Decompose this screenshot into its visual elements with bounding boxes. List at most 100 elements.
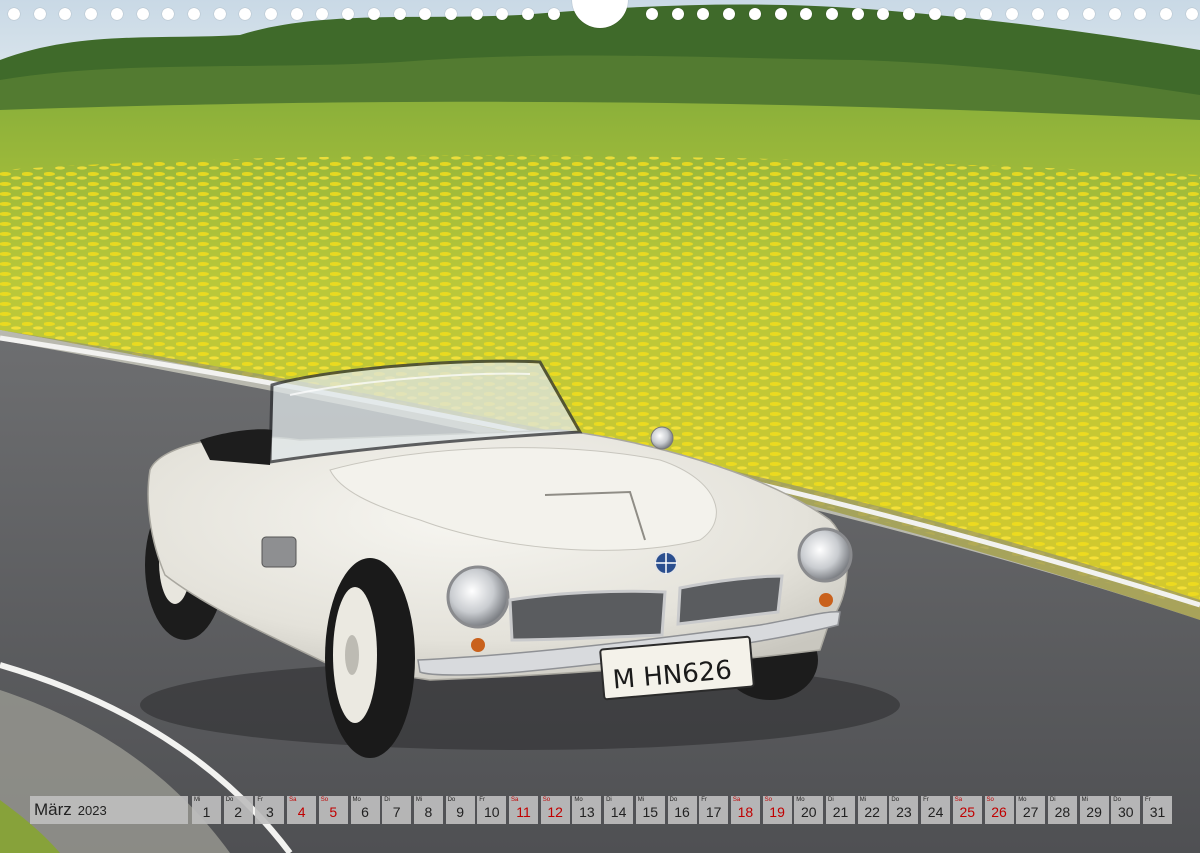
day-number: 4 bbox=[297, 804, 306, 820]
day-cell: Mo 6 bbox=[350, 796, 380, 824]
weekday-abbrev: Mi bbox=[1081, 797, 1088, 803]
day-cell: So 12 bbox=[540, 796, 570, 824]
day-cell: Di 21 bbox=[826, 796, 855, 824]
binding-hole bbox=[1031, 8, 1044, 20]
weekday-abbrev: Di bbox=[384, 797, 390, 803]
day-cell: Mi 1 bbox=[192, 796, 221, 824]
binding-hole bbox=[825, 8, 838, 20]
day-cell: Do 23 bbox=[889, 796, 919, 824]
day-number: 30 bbox=[1118, 804, 1134, 820]
day-number: 6 bbox=[361, 804, 369, 820]
day-number: 17 bbox=[705, 804, 722, 820]
binding-hole bbox=[367, 8, 380, 20]
binding-hole bbox=[1005, 8, 1018, 20]
binding-hole bbox=[316, 8, 329, 20]
day-number: 16 bbox=[674, 804, 690, 820]
binding-hole bbox=[85, 8, 98, 20]
day-number: 1 bbox=[202, 804, 211, 820]
binding-hole bbox=[213, 8, 226, 20]
weekday-abbrev: Di bbox=[1049, 797, 1056, 803]
weekday-abbrev: Mo bbox=[352, 797, 361, 803]
day-cell: Do 9 bbox=[445, 796, 475, 824]
weekday-abbrev: Sa bbox=[289, 797, 297, 803]
day-cell: Sa 25 bbox=[952, 796, 982, 824]
binding-hole bbox=[419, 8, 432, 20]
binding-hole bbox=[33, 8, 46, 20]
day-cell: Di 28 bbox=[1047, 796, 1077, 824]
day-number: 20 bbox=[801, 804, 817, 820]
calendar-photo: M HN626 bbox=[0, 0, 1200, 853]
binding-hole bbox=[1057, 8, 1070, 20]
car-scene-illustration: M HN626 bbox=[0, 0, 1200, 853]
binding-hole bbox=[136, 8, 149, 20]
binding-hole bbox=[851, 8, 864, 20]
day-cell: Fr 3 bbox=[255, 796, 285, 824]
day-number: 11 bbox=[516, 804, 531, 820]
day-number: 27 bbox=[1022, 804, 1039, 820]
day-number: 3 bbox=[265, 804, 274, 820]
weekday-abbrev: Di bbox=[606, 797, 612, 803]
binding-hole bbox=[954, 8, 967, 20]
day-number: 12 bbox=[547, 804, 563, 820]
weekday-abbrev: Do bbox=[1113, 797, 1121, 803]
weekday-abbrev: So bbox=[764, 797, 772, 803]
month-label: März 2023 bbox=[30, 796, 188, 824]
weekday-abbrev: Fr bbox=[257, 797, 264, 803]
weekday-abbrev: Mo bbox=[1018, 797, 1027, 803]
weekday-abbrev: Mi bbox=[859, 797, 867, 803]
weekday-abbrev: Do bbox=[447, 797, 456, 803]
day-cell: Mo 20 bbox=[794, 796, 824, 824]
weekday-abbrev: Fr bbox=[701, 797, 707, 803]
day-cell: Mi 22 bbox=[857, 796, 887, 824]
day-number: 26 bbox=[991, 804, 1007, 820]
day-cell: Mi 29 bbox=[1079, 796, 1109, 824]
binding-hole bbox=[522, 8, 534, 20]
day-number: 15 bbox=[642, 804, 659, 820]
month-name: März bbox=[34, 800, 72, 819]
day-cell: Mo 27 bbox=[1016, 796, 1046, 824]
weekday-abbrev: Do bbox=[669, 797, 678, 803]
binding-hole bbox=[239, 8, 252, 20]
binding-hole bbox=[748, 8, 761, 20]
day-cell: So 19 bbox=[762, 796, 792, 824]
binding-hole bbox=[928, 8, 941, 20]
weekday-abbrev: So bbox=[542, 797, 551, 803]
binding-hole bbox=[800, 8, 813, 20]
binding-hole bbox=[59, 8, 72, 20]
day-number: 29 bbox=[1086, 804, 1102, 820]
binding-hole bbox=[1134, 8, 1147, 20]
weekday-abbrev: Mi bbox=[637, 797, 645, 803]
day-cell: Fr 31 bbox=[1143, 796, 1172, 824]
weekday-abbrev: So bbox=[986, 797, 994, 803]
weekday-abbrev: Fr bbox=[1145, 797, 1151, 803]
day-cell: Mo 13 bbox=[572, 796, 602, 824]
binding-hole bbox=[774, 8, 787, 20]
day-number: 25 bbox=[959, 804, 976, 820]
weekday-abbrev: Sa bbox=[511, 797, 519, 803]
binding-hole bbox=[265, 8, 277, 20]
weekday-abbrev: Do bbox=[225, 797, 234, 803]
day-cell: Do 30 bbox=[1111, 796, 1141, 824]
binding-hole bbox=[723, 8, 736, 20]
day-number: 18 bbox=[737, 804, 754, 820]
binding-hole bbox=[470, 8, 483, 20]
binding-hole bbox=[903, 8, 915, 20]
day-number: 23 bbox=[896, 804, 912, 820]
weekday-abbrev: Fr bbox=[479, 797, 485, 803]
weekday-abbrev: Mo bbox=[796, 797, 805, 803]
weekday-abbrev: So bbox=[320, 797, 329, 803]
weekday-abbrev: Sa bbox=[732, 797, 741, 803]
weekday-abbrev: Mi bbox=[194, 797, 201, 803]
binding-hole bbox=[1082, 8, 1095, 20]
weekday-abbrev: Sa bbox=[954, 797, 963, 803]
weekday-abbrev: Di bbox=[828, 797, 834, 803]
day-cell: Di 7 bbox=[382, 796, 412, 824]
binding-hole bbox=[671, 8, 684, 20]
binding-hole bbox=[1160, 8, 1172, 20]
binding-hole bbox=[1185, 8, 1198, 20]
day-number: 13 bbox=[579, 804, 595, 820]
day-cell: Sa 11 bbox=[509, 796, 538, 824]
day-number: 31 bbox=[1149, 804, 1166, 820]
binding-hole bbox=[8, 8, 20, 20]
day-cell: So 5 bbox=[318, 796, 348, 824]
